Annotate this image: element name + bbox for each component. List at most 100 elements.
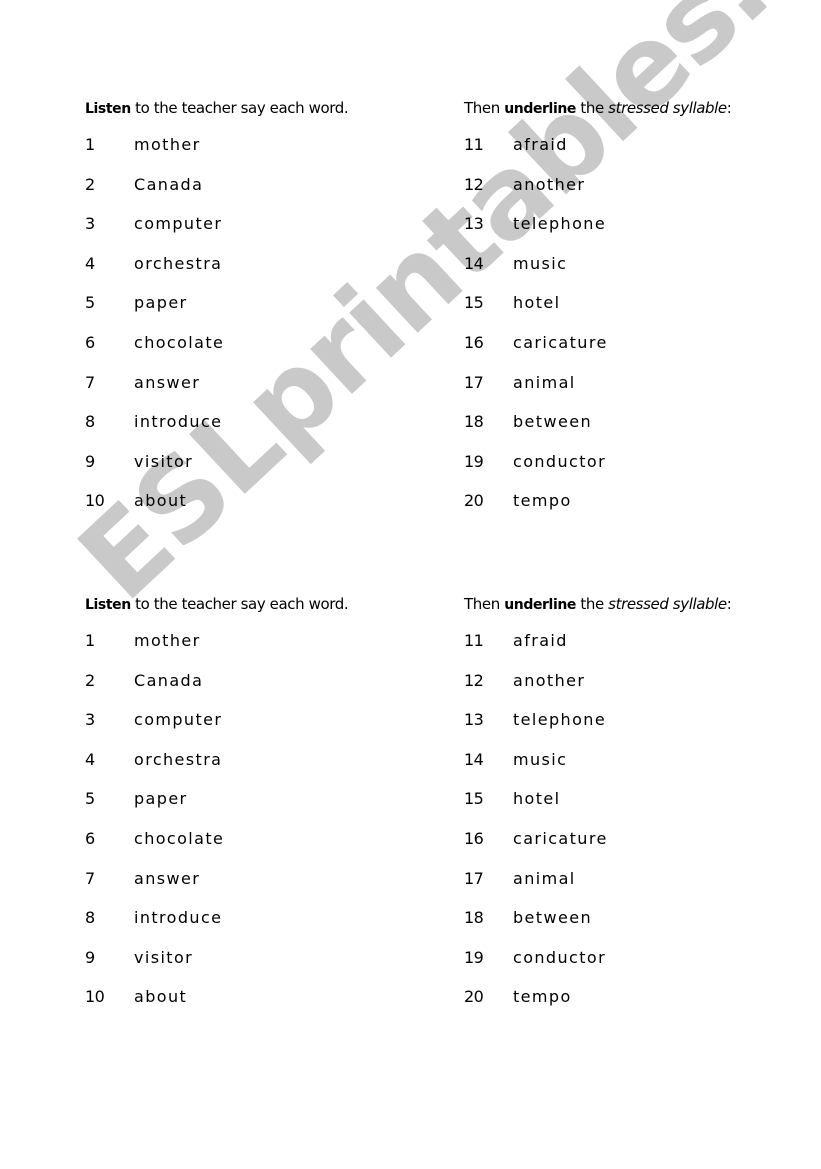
item-number: 19 bbox=[464, 947, 484, 967]
item-number: 11 bbox=[464, 135, 484, 154]
list-item: 4 orchestra bbox=[85, 749, 224, 789]
word-list-left: 1 mother 2 Canada 3 computer 4 orchestra 5 pa… bbox=[85, 630, 224, 1026]
instruction-suffix: : bbox=[726, 595, 732, 613]
instruction-bold: underline bbox=[504, 101, 577, 117]
item-number: 7 bbox=[85, 868, 95, 888]
list-item: 11 afraid bbox=[464, 630, 608, 670]
right-column: Then underline the stressed syllable: 11… bbox=[464, 96, 732, 510]
item-number: 6 bbox=[85, 332, 95, 352]
instruction-text: to the teacher say each word. bbox=[130, 99, 349, 117]
item-word: orchestra bbox=[134, 749, 223, 769]
item-word: orchestra bbox=[134, 253, 223, 273]
item-word: answer bbox=[134, 868, 201, 888]
item-word: Canada bbox=[134, 670, 204, 690]
list-item: 1 mother bbox=[85, 630, 224, 670]
item-word: between bbox=[513, 908, 592, 928]
list-item: 16 caricature bbox=[464, 828, 608, 868]
item-word: mother bbox=[134, 135, 201, 154]
list-item: 5 paper bbox=[85, 292, 224, 332]
item-word: telephone bbox=[513, 710, 607, 730]
item-number: 3 bbox=[85, 710, 95, 730]
item-number: 10 bbox=[85, 491, 105, 511]
item-number: 5 bbox=[85, 789, 95, 809]
item-word: between bbox=[513, 412, 592, 432]
item-number: 7 bbox=[85, 372, 95, 392]
item-word: tempo bbox=[513, 491, 572, 511]
item-number: 8 bbox=[85, 908, 95, 928]
item-number: 9 bbox=[85, 451, 95, 471]
item-word: animal bbox=[513, 372, 576, 392]
item-number: 2 bbox=[85, 174, 95, 194]
list-item: 13 telephone bbox=[464, 213, 608, 253]
list-item: 12 another bbox=[464, 174, 608, 214]
list-item: 10 about bbox=[85, 986, 224, 1026]
list-item: 7 answer bbox=[85, 372, 224, 412]
item-word: computer bbox=[134, 710, 223, 730]
list-item: 3 computer bbox=[85, 709, 224, 749]
item-number: 4 bbox=[85, 253, 95, 273]
instruction-middle: the bbox=[576, 595, 609, 613]
item-word: another bbox=[513, 670, 586, 690]
instruction-italic: stressed syllable bbox=[608, 99, 727, 117]
item-word: introduce bbox=[134, 412, 223, 432]
list-item: 5 paper bbox=[85, 788, 224, 828]
list-item: 18 between bbox=[464, 411, 608, 451]
list-item: 8 introduce bbox=[85, 907, 224, 947]
instruction-text: to the teacher say each word. bbox=[130, 595, 349, 613]
item-word: another bbox=[513, 174, 586, 194]
list-item: 9 visitor bbox=[85, 451, 224, 491]
item-word: hotel bbox=[513, 789, 561, 809]
item-number: 14 bbox=[464, 253, 484, 273]
worksheet-page: ESLprintables.com Listen to the teacher … bbox=[0, 0, 821, 1169]
list-item: 6 chocolate bbox=[85, 332, 224, 372]
list-item: 7 answer bbox=[85, 868, 224, 908]
list-item: 13 telephone bbox=[464, 709, 608, 749]
item-word: computer bbox=[134, 214, 223, 234]
list-item: 18 between bbox=[464, 907, 608, 947]
list-item: 9 visitor bbox=[85, 947, 224, 987]
list-item: 15 hotel bbox=[464, 788, 608, 828]
list-item: 12 another bbox=[464, 670, 608, 710]
item-word: hotel bbox=[513, 293, 561, 313]
item-number: 10 bbox=[85, 987, 105, 1007]
list-item: 2 Canada bbox=[85, 670, 224, 710]
right-column: Then underline the stressed syllable: 11… bbox=[464, 592, 732, 1006]
item-word: conductor bbox=[513, 947, 607, 967]
item-word: caricature bbox=[513, 332, 608, 352]
item-number: 13 bbox=[464, 710, 484, 730]
item-number: 5 bbox=[85, 293, 95, 313]
item-number: 9 bbox=[85, 947, 95, 967]
item-word: mother bbox=[134, 631, 201, 650]
list-item: 20 tempo bbox=[464, 490, 608, 530]
list-item: 17 animal bbox=[464, 868, 608, 908]
list-item: 11 afraid bbox=[464, 134, 608, 174]
item-number: 18 bbox=[464, 908, 484, 928]
item-word: afraid bbox=[513, 631, 568, 650]
left-column: Listen to the teacher say each word. 1 mo… bbox=[85, 96, 349, 510]
item-word: telephone bbox=[513, 214, 607, 234]
item-number: 17 bbox=[464, 868, 484, 888]
item-word: afraid bbox=[513, 135, 568, 154]
item-number: 13 bbox=[464, 214, 484, 234]
list-item: 17 animal bbox=[464, 372, 608, 412]
instruction-italic: stressed syllable bbox=[608, 595, 727, 613]
list-item: 2 Canada bbox=[85, 174, 224, 214]
item-word: music bbox=[513, 253, 568, 273]
item-number: 2 bbox=[85, 670, 95, 690]
item-word: tempo bbox=[513, 987, 572, 1007]
instruction-suffix: : bbox=[726, 99, 732, 117]
item-word: music bbox=[513, 749, 568, 769]
list-item: 15 hotel bbox=[464, 292, 608, 332]
underline-instruction: Then underline the stressed syllable: bbox=[464, 96, 732, 120]
item-word: answer bbox=[134, 372, 201, 392]
item-word: visitor bbox=[134, 947, 194, 967]
list-item: 16 caricature bbox=[464, 332, 608, 372]
item-word: about bbox=[134, 491, 188, 511]
item-number: 1 bbox=[85, 631, 95, 650]
list-item: 3 computer bbox=[85, 213, 224, 253]
item-word: animal bbox=[513, 868, 576, 888]
item-number: 6 bbox=[85, 828, 95, 848]
item-word: introduce bbox=[134, 908, 223, 928]
word-list-right: 11 afraid 12 another 13 telephone 14 music 1… bbox=[464, 630, 608, 1026]
list-item: 14 music bbox=[464, 253, 608, 293]
